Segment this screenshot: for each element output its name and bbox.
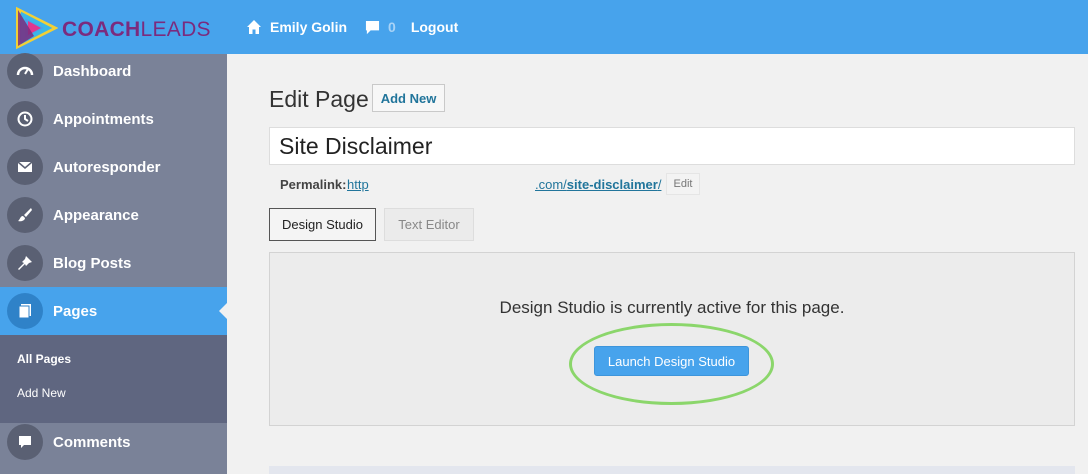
pages-icon xyxy=(7,293,43,329)
sidebar-item-autoresponder[interactable]: Autoresponder xyxy=(0,143,227,191)
page-title-input[interactable] xyxy=(269,127,1075,165)
permalink-url-end[interactable]: .com/site-disclaimer/ xyxy=(535,177,661,192)
sidebar-item-comments[interactable]: Comments xyxy=(0,418,227,466)
sidebar-item-blog-posts[interactable]: Blog Posts xyxy=(0,239,227,287)
sidebar-item-label: Autoresponder xyxy=(53,158,161,176)
design-studio-message: Design Studio is currently active for th… xyxy=(499,298,845,317)
coachleads-logo[interactable]: COACHLEADS xyxy=(14,6,229,50)
tab-text-editor[interactable]: Text Editor xyxy=(384,208,474,241)
tab-design-studio[interactable]: Design Studio xyxy=(269,208,376,241)
comment-count: 0 xyxy=(388,19,396,35)
submenu-item-all-pages[interactable]: All Pages xyxy=(17,352,71,366)
logo-mark-icon xyxy=(16,6,58,50)
top-bar: COACHLEADS Emily Golin 0 Logout xyxy=(0,0,1088,54)
pages-submenu: All Pages Add New xyxy=(0,335,227,423)
sidebar-item-pages[interactable]: Pages xyxy=(0,287,227,335)
permalink-label: Permalink: xyxy=(280,177,347,192)
sidebar-item-dashboard[interactable]: Dashboard xyxy=(0,47,227,95)
logo-text: COACHLEADS xyxy=(62,18,211,41)
sidebar-item-appearance[interactable]: Appearance xyxy=(0,191,227,239)
pin-icon xyxy=(7,245,43,281)
sidebar-item-label: Dashboard xyxy=(53,62,132,80)
active-indicator xyxy=(219,303,227,319)
highlight-ring-annotation xyxy=(569,323,774,405)
comment-icon[interactable] xyxy=(365,20,380,35)
user-name-link[interactable]: Emily Golin xyxy=(270,19,347,35)
sidebar-item-label: Appearance xyxy=(53,206,139,224)
top-nav: Emily Golin 0 Logout xyxy=(246,17,458,37)
permalink-edit-button[interactable]: Edit xyxy=(666,173,700,195)
envelope-icon xyxy=(7,149,43,185)
logout-link[interactable]: Logout xyxy=(411,19,458,35)
history-icon xyxy=(7,101,43,137)
page-title: Edit Page xyxy=(269,86,369,112)
home-icon[interactable] xyxy=(246,19,262,35)
sidebar-item-label: Appointments xyxy=(53,110,154,128)
sidebar-item-label: Comments xyxy=(53,433,131,451)
permalink-url-start[interactable]: http xyxy=(347,177,369,192)
sidebar-item-label: Pages xyxy=(53,302,98,320)
bottom-strip xyxy=(269,466,1075,474)
submenu-item-add-new[interactable]: Add New xyxy=(17,386,66,400)
brush-icon xyxy=(7,197,43,233)
sidebar-item-label: Blog Posts xyxy=(53,254,132,272)
add-new-button[interactable]: Add New xyxy=(372,84,445,112)
dashboard-icon xyxy=(7,53,43,89)
comment-icon xyxy=(7,424,43,460)
sidebar-item-appointments[interactable]: Appointments xyxy=(0,95,227,143)
